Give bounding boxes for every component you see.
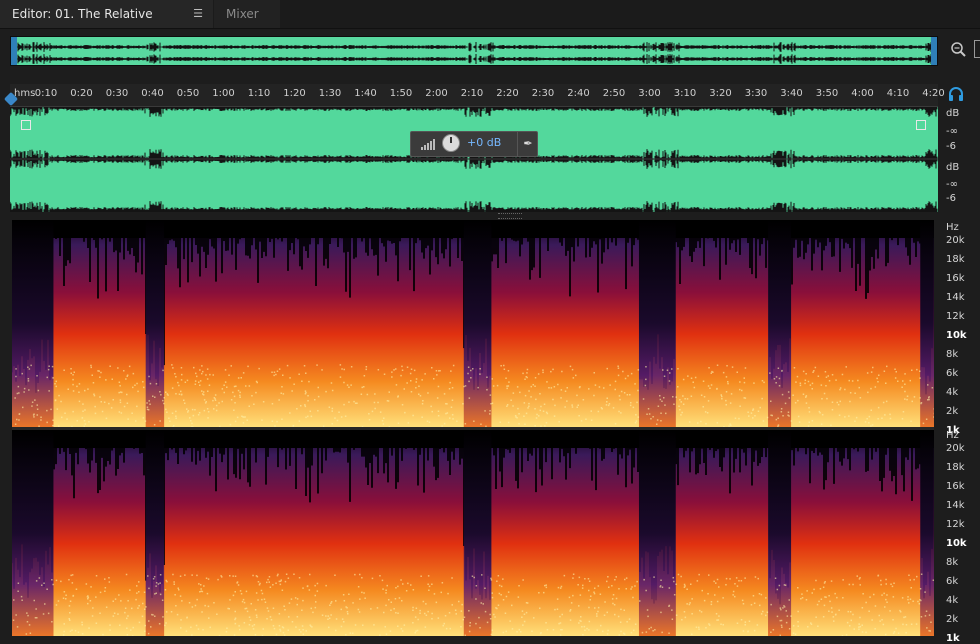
hz-tick-label: 10k: [946, 538, 967, 549]
tab-bar: Editor: 01. The Relative World.mp3 ☰ Mix…: [0, 0, 980, 49]
quiet-region: [145, 220, 165, 427]
hz-tick-label: 18k: [946, 462, 965, 473]
hz-tick-label: 4k: [946, 387, 959, 398]
quiet-region: [145, 430, 165, 636]
hz-tick-label: 4k: [946, 595, 959, 606]
hz-tick-label: 20k: [946, 235, 965, 246]
db-scale-channel-1: dB -∞ -6: [940, 108, 980, 158]
fade-in-handle[interactable]: [21, 120, 31, 130]
overview-right-handle[interactable]: [931, 37, 937, 65]
waveform-trace: [11, 42, 937, 64]
panel-resize-handle[interactable]: [498, 213, 522, 219]
spectrogram-channel-1[interactable]: [12, 220, 934, 427]
time-tick-label: 1:20: [283, 88, 306, 99]
time-tick-label: 0:10: [34, 88, 58, 99]
overview-waveform-graphic: [11, 42, 937, 64]
quiet-region: [463, 430, 492, 636]
db-unit-label: dB: [946, 162, 960, 173]
volume-knob[interactable]: [442, 134, 460, 152]
time-tick-label: 2:00: [425, 88, 448, 99]
time-tick-label: 3:30: [744, 88, 768, 99]
volume-value[interactable]: +0 dB: [467, 136, 501, 149]
time-tick-label: 1:10: [247, 88, 271, 99]
db-minus-infinity-label: -∞: [946, 179, 958, 190]
hz-tick-label: 14k: [946, 500, 965, 511]
fade-out-handle[interactable]: [916, 120, 926, 130]
time-tick-label: 1:00: [212, 88, 235, 99]
hz-tick-label: 18k: [946, 254, 965, 265]
hz-tick-label: 1k: [946, 633, 960, 644]
tab-editor[interactable]: Editor: 01. The Relative World.mp3 ☰: [0, 0, 213, 49]
hz-axis-channel-1: Hz 20k 18k 16k 14k 12k 10k 8k 6k 4k 2k 1k: [940, 222, 980, 436]
time-ruler[interactable]: hms 0:10 0:20 0:30 0:40 0:50 1:00 1:10 1:20 1:30…: [10, 84, 945, 107]
quiet-region: [768, 220, 792, 427]
time-tick-label: 0:30: [105, 88, 129, 99]
pin-icon[interactable]: ✒: [517, 132, 538, 156]
time-tick-label: 4:10: [886, 88, 910, 99]
db-minus-infinity-label: -∞: [946, 126, 958, 137]
db-unit-label: dB: [946, 108, 960, 119]
hz-tick-label: 2k: [946, 614, 959, 625]
headphone-icon[interactable]: [948, 86, 964, 102]
time-tick-label: 3:50: [815, 88, 839, 99]
spectrogram-graphic: [12, 220, 934, 427]
quiet-region: [638, 430, 676, 636]
quiet-region: [920, 220, 934, 427]
hz-tick-label: 14k: [946, 292, 965, 303]
time-tick-label: 0:50: [176, 88, 200, 99]
time-tick-label: 1:30: [318, 88, 342, 99]
quiet-region: [920, 430, 934, 636]
hz-axis-channel-2: Hz 20k 18k 16k 14k 12k 10k 8k 6k 4k 2k 1k: [940, 430, 980, 644]
level-bars-icon: [421, 139, 435, 150]
hz-tick-label: 12k: [946, 519, 965, 530]
hz-tick-label: 2k: [946, 406, 959, 417]
tab-mixer[interactable]: Mixer: [214, 0, 280, 28]
tab-mixer-label: Mixer: [226, 7, 259, 21]
hz-tick-label: 6k: [946, 576, 959, 587]
hz-tick-label: 8k: [946, 349, 959, 360]
time-tick-label: 3:40: [780, 88, 803, 99]
hz-tick-label: 16k: [946, 481, 965, 492]
hz-tick-label: 12k: [946, 311, 965, 322]
spectrogram-graphic: [12, 430, 934, 636]
time-tick-label: 3:10: [673, 88, 697, 99]
hz-unit-label: Hz: [946, 430, 959, 441]
hz-tick-label: 8k: [946, 557, 959, 568]
volume-hud[interactable]: +0 dB ✒: [410, 131, 538, 157]
hz-tick-label: 10k: [946, 330, 967, 341]
time-tick-label: 3:20: [709, 88, 732, 99]
time-tick-label: 2:50: [602, 88, 626, 99]
time-tick-label: 4:00: [851, 88, 874, 99]
panel-edge-icon[interactable]: [974, 40, 980, 58]
time-tick-label: 2:10: [460, 88, 484, 99]
time-tick-label: 1:50: [389, 88, 413, 99]
waveform-graphic: [10, 107, 938, 212]
quiet-region: [638, 220, 676, 427]
overview-left-handle[interactable]: [11, 37, 17, 65]
time-tick-label: 2:20: [496, 88, 519, 99]
hz-tick-label: 16k: [946, 273, 965, 284]
quiet-region: [12, 220, 54, 427]
db-scale-channel-2: dB -∞ -6: [940, 161, 980, 211]
zoom-magnifier-icon[interactable]: [950, 41, 966, 59]
time-tick-label: 0:20: [70, 88, 93, 99]
hamburger-icon[interactable]: ☰: [193, 0, 203, 28]
time-tick-label: 3:00: [638, 88, 661, 99]
time-tick-label: 2:30: [531, 88, 555, 99]
waveform-panel[interactable]: [10, 107, 938, 212]
hz-tick-label: 20k: [946, 443, 965, 454]
hz-tick-label: 6k: [946, 368, 959, 379]
hz-unit-label: Hz: [946, 222, 959, 233]
quiet-region: [463, 220, 492, 427]
time-tick-label: 2:40: [567, 88, 590, 99]
db-minus-6-label: -6: [946, 141, 956, 152]
time-tick-label: 1:40: [354, 88, 377, 99]
quiet-region: [12, 430, 54, 636]
db-minus-6-label: -6: [946, 193, 956, 204]
spectrogram-channel-2[interactable]: [12, 430, 934, 636]
overview-waveform[interactable]: [10, 36, 938, 66]
time-tick-label: 0:40: [141, 88, 164, 99]
time-tick-label: 4:20: [922, 88, 945, 99]
